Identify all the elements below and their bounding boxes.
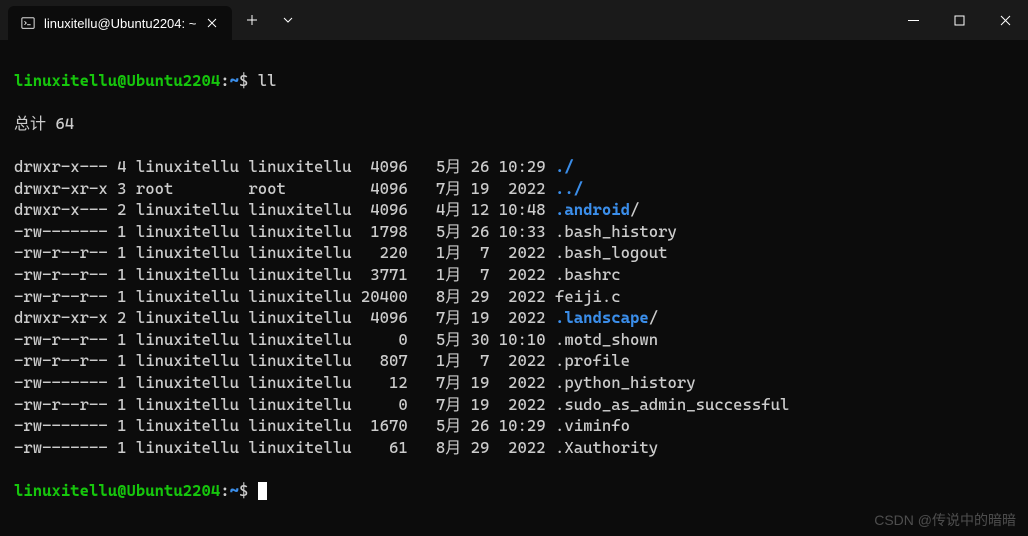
file-name: .sudo_as_admin_successful <box>555 395 789 414</box>
terminal-icon <box>20 15 36 31</box>
dir-name: ./ <box>555 157 574 176</box>
dir-name: ../ <box>555 179 583 198</box>
listing-row: drwxr-x--- 2 linuxitellu linuxitellu 409… <box>14 199 1014 221</box>
terminal-output[interactable]: linuxitellu@Ubuntu2204:~$ ll 总计 64 drwxr… <box>0 40 1028 531</box>
minimize-button[interactable] <box>890 0 936 40</box>
prompt-line: linuxitellu@Ubuntu2204:~$ ll <box>14 70 1014 92</box>
listing-row: -rw-r--r-- 1 linuxitellu linuxitellu 220… <box>14 242 1014 264</box>
file-name: .bashrc <box>555 265 621 284</box>
listing-row: -rw-r--r-- 1 linuxitellu linuxitellu 0 7… <box>14 394 1014 416</box>
listing-row: drwxr-x--- 4 linuxitellu linuxitellu 409… <box>14 156 1014 178</box>
file-name: .viminfo <box>555 416 630 435</box>
prompt-line-2: linuxitellu@Ubuntu2204:~$ <box>14 480 1014 502</box>
close-button[interactable] <box>982 0 1028 40</box>
watermark: CSDN @传说中的暗暗 <box>874 510 1016 530</box>
window-controls <box>890 0 1028 40</box>
listing-row: drwxr-xr-x 3 root root 4096 7月 19 2022 .… <box>14 178 1014 200</box>
total-line: 总计 64 <box>14 113 1014 135</box>
titlebar: linuxitellu@Ubuntu2204: ~ <box>0 0 1028 40</box>
tab-actions <box>234 0 306 40</box>
listing-row: -rw-r--r-- 1 linuxitellu linuxitellu 807… <box>14 350 1014 372</box>
listing-row: drwxr-xr-x 2 linuxitellu linuxitellu 409… <box>14 307 1014 329</box>
new-tab-button[interactable] <box>234 0 270 40</box>
tab-active[interactable]: linuxitellu@Ubuntu2204: ~ <box>8 6 232 40</box>
maximize-button[interactable] <box>936 0 982 40</box>
tab-title: linuxitellu@Ubuntu2204: ~ <box>44 16 196 31</box>
file-name: .bash_logout <box>555 243 668 262</box>
file-name: .bash_history <box>555 222 677 241</box>
prompt-path: ~ <box>230 71 239 90</box>
listing-row: -rw-r--r-- 1 linuxitellu linuxitellu 204… <box>14 286 1014 308</box>
command-text: ll <box>258 71 277 90</box>
file-name: .Xauthority <box>555 438 658 457</box>
dir-name: .landscape <box>555 308 649 327</box>
file-name: .python_history <box>555 373 696 392</box>
listing-row: -rw------- 1 linuxitellu linuxitellu 61 … <box>14 437 1014 459</box>
tab-close-button[interactable] <box>204 15 220 31</box>
cursor <box>258 482 267 500</box>
tab-dropdown-button[interactable] <box>270 0 306 40</box>
listing-row: -rw------- 1 linuxitellu linuxitellu 12 … <box>14 372 1014 394</box>
file-name: feiji.c <box>555 287 621 306</box>
listing-row: -rw-r--r-- 1 linuxitellu linuxitellu 0 5… <box>14 329 1014 351</box>
listing-row: -rw------- 1 linuxitellu linuxitellu 179… <box>14 221 1014 243</box>
prompt-user-host: linuxitellu@Ubuntu2204 <box>14 71 220 90</box>
file-listing: drwxr-x--- 4 linuxitellu linuxitellu 409… <box>14 156 1014 458</box>
file-name: .motd_shown <box>555 330 658 349</box>
listing-row: -rw------- 1 linuxitellu linuxitellu 167… <box>14 415 1014 437</box>
file-name: .profile <box>555 351 630 370</box>
dir-name: .android <box>555 200 630 219</box>
listing-row: -rw-r--r-- 1 linuxitellu linuxitellu 377… <box>14 264 1014 286</box>
